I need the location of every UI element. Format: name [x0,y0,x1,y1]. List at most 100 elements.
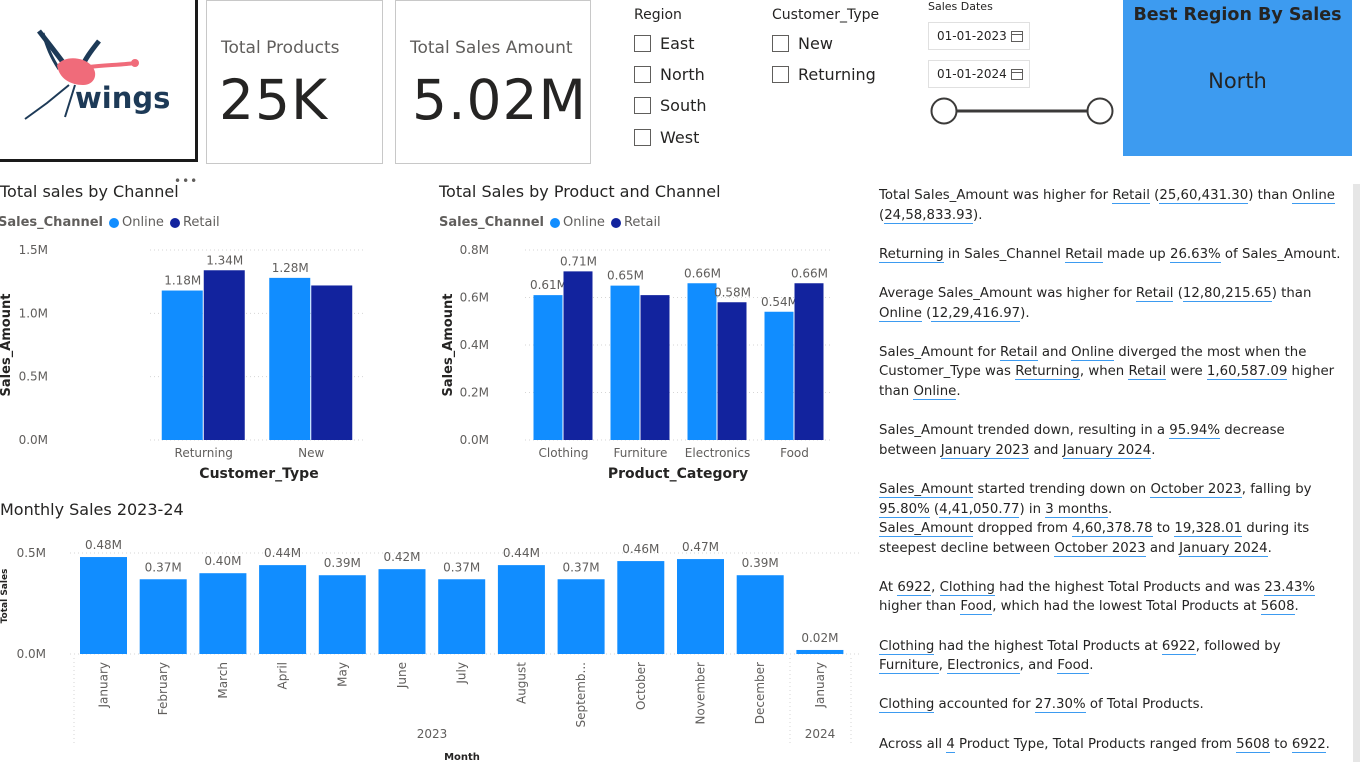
bar-month[interactable] [199,573,247,654]
narrative-value[interactable]: Returning [879,246,944,263]
product-channel-bar-chart[interactable]: 0.0M 0.2M 0.4M 0.6M 0.8M 0.61M 0.71M Clothing 0.… [435,236,865,496]
bar-month[interactable] [557,579,605,654]
narrative-value[interactable]: 12,29,416.97 [931,305,1021,322]
narrative-value[interactable]: 4,60,378.78 [1072,521,1153,538]
legend-item-retail[interactable]: Retail [624,215,661,230]
narrative-value[interactable]: Returning [1015,364,1080,381]
bar-month[interactable] [736,575,784,654]
narrative-value[interactable]: 25,60,431.30 [1159,188,1249,204]
narrative-value[interactable]: Online [913,383,957,400]
checkbox[interactable] [634,35,651,52]
narrative-value[interactable]: 6922 [1161,638,1196,655]
monthly-sales-bar-chart[interactable]: 0.0M 0.5M 0.48M January 0.37M February 0.40M Ma… [0,526,866,762]
narrative-value[interactable]: January 2024 [1179,540,1268,557]
narrative-value[interactable]: Online [879,305,922,322]
best-region-card[interactable]: Best Region By Sales North [1123,0,1352,156]
slider-start-handle[interactable] [930,97,958,125]
narrative-value[interactable]: 12,80,215.65 [1182,285,1272,302]
narrative-value[interactable]: Online [1071,344,1114,361]
narrative-value[interactable]: 27.30% [1034,697,1086,714]
bar-month[interactable] [139,579,187,654]
date-range-slider[interactable] [928,95,1118,127]
checkbox[interactable] [634,66,651,83]
bar-month[interactable] [438,579,486,654]
narrative-value[interactable]: 6922 [897,579,932,596]
narrative-value[interactable]: Food [960,599,993,616]
narrative-value[interactable]: 4,41,050.77 [939,501,1020,518]
slider-end-handle[interactable] [1086,97,1114,125]
narrative-value[interactable]: 5608 [1260,599,1295,616]
narrative-value[interactable]: Retail [1065,246,1103,263]
bar-online[interactable] [533,295,563,440]
start-date-input[interactable]: 01-01-2023 [928,22,1030,50]
bar-online[interactable] [161,290,203,440]
narrative-value[interactable]: October 2023 [1150,481,1242,498]
calendar-icon[interactable] [1011,69,1023,80]
narrative-value[interactable]: Online [1292,188,1335,204]
bar-month[interactable] [497,565,545,654]
bar-retail[interactable] [794,283,824,440]
checkbox[interactable] [772,35,789,52]
checkbox[interactable] [634,97,651,114]
channel-bar-chart[interactable]: 0.0M 0.5M 1.0M 1.5M 1.18M 1.34M Returning 1.28M… [0,236,425,496]
bar-retail[interactable] [717,302,747,440]
bar-month[interactable] [318,575,366,654]
narrative-value[interactable]: 6922 [1291,736,1326,753]
narrative-value[interactable]: 23.43% [1264,579,1316,596]
total-sales-amount-card[interactable]: Total Sales Amount 5.02M [395,0,591,164]
narrative-value[interactable]: January 2024 [1062,442,1152,459]
bar-month[interactable] [80,557,127,654]
legend-item-online[interactable]: Online [563,215,605,230]
narrative-value[interactable]: Sales_Amount [879,521,974,538]
checkbox[interactable] [772,66,789,83]
bar-month[interactable] [796,649,844,654]
narrative-value[interactable]: 19,328.01 [1174,521,1243,538]
narrative-value[interactable]: 5608 [1236,736,1271,753]
bar-month[interactable] [259,565,307,654]
narrative-value[interactable]: Retail [1112,188,1150,204]
region-option-south[interactable]: South [634,96,707,115]
calendar-icon[interactable] [1011,31,1023,42]
narrative-value[interactable]: Clothing [939,579,995,596]
customer-option-new[interactable]: New [772,34,833,53]
narrative-value[interactable]: 4 [946,736,955,753]
region-option-east[interactable]: East [634,34,695,53]
bar-online[interactable] [687,283,717,440]
bar-retail[interactable] [640,295,670,440]
narrative-value[interactable]: Clothing [879,697,935,714]
bar-month[interactable] [677,559,724,654]
narrative-value[interactable]: Electronics [947,658,1020,675]
narrative-value[interactable]: 95.94% [1169,423,1220,440]
narrative-value[interactable]: 95.80% [879,501,930,518]
narrative-value[interactable]: Retail [1128,364,1167,381]
more-options-icon[interactable]: ••• [174,174,198,188]
bar-month[interactable] [617,561,665,654]
narrative-value[interactable]: 1,60,587.09 [1206,364,1288,381]
bar-online[interactable] [269,277,311,440]
legend-item-online[interactable]: Online [122,215,164,230]
narrative-value[interactable]: Furniture [879,658,939,675]
total-products-card[interactable]: Total Products 25K [206,0,383,164]
region-option-north[interactable]: North [634,65,705,84]
checkbox[interactable] [634,129,651,146]
narrative-scrollbar[interactable] [1353,184,1360,762]
narrative-value[interactable]: 3 months [1045,501,1109,518]
bar-retail[interactable] [203,270,245,440]
narrative-value[interactable]: 24,58,833.93 [884,207,974,224]
bar-month[interactable] [378,569,426,654]
narrative-value[interactable]: Retail [1000,344,1038,361]
narrative-value[interactable]: Clothing [879,638,935,655]
region-option-west[interactable]: West [634,128,699,147]
bar-online[interactable] [764,311,794,440]
narrative-value[interactable]: January 2023 [940,442,1030,459]
bar-online[interactable] [610,285,640,440]
narrative-value[interactable]: October 2023 [1054,540,1146,557]
end-date-input[interactable]: 01-01-2024 [928,60,1030,88]
legend-item-retail[interactable]: Retail [183,215,220,230]
narrative-value[interactable]: Retail [1135,285,1174,302]
bar-retail[interactable] [563,271,593,440]
customer-option-returning[interactable]: Returning [772,65,876,84]
bar-retail[interactable] [311,285,353,440]
logo-card[interactable]: wings [0,0,198,162]
narrative-value[interactable]: Food [1057,658,1090,675]
